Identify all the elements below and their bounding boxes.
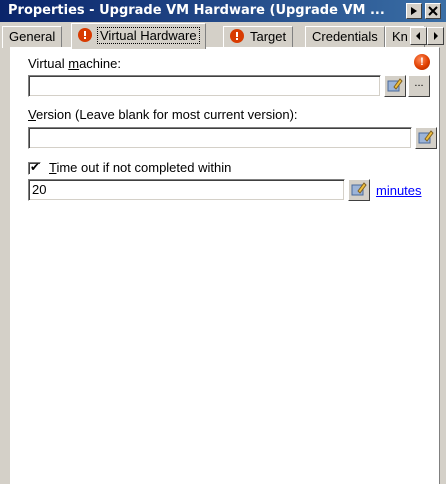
tab-virtual-hardware-label: Virtual Hardware xyxy=(97,27,200,44)
close-button[interactable] xyxy=(425,3,441,19)
timeout-label: Time out if not completed within xyxy=(49,160,232,175)
properties-window: Properties - Upgrade VM Hardware (Upgrad… xyxy=(0,0,446,484)
picker-icon xyxy=(387,78,403,92)
tab-general[interactable]: General xyxy=(2,26,63,48)
tab-credentials-label: Credentials xyxy=(312,29,378,44)
tab-kn-label: Kn xyxy=(392,29,408,44)
timeout-unit-link[interactable]: minutes xyxy=(376,183,422,198)
tab-virtual-hardware[interactable]: Virtual Hardware xyxy=(71,23,206,49)
picker-icon xyxy=(418,130,434,144)
pin-icon xyxy=(411,7,417,15)
virtual-machine-picker-button[interactable] xyxy=(384,75,406,97)
virtual-machine-label: Virtual machine: xyxy=(28,56,121,71)
title-bar: Properties - Upgrade VM Hardware (Upgrad… xyxy=(0,0,446,22)
tab-scroll-right-button[interactable] xyxy=(427,27,444,45)
pin-button[interactable] xyxy=(406,3,422,19)
version-picker-button[interactable] xyxy=(415,127,437,149)
tab-credentials[interactable]: Credentials xyxy=(305,26,385,48)
check-mark-icon: ✔ xyxy=(30,160,41,174)
arrow-right-icon xyxy=(434,32,438,40)
close-icon xyxy=(428,6,438,16)
timeout-picker-button[interactable] xyxy=(348,179,370,201)
picker-icon xyxy=(351,182,367,196)
version-input[interactable] xyxy=(28,127,412,149)
error-icon: ! xyxy=(414,54,430,70)
virtual-machine-browse-button[interactable]: ... xyxy=(408,75,430,97)
tab-content-panel: Virtual machine: ! ... Version (Leave bl… xyxy=(10,47,440,484)
tab-general-label: General xyxy=(9,29,56,44)
tab-target-label: Target xyxy=(250,29,287,44)
window-title: Properties - Upgrade VM Hardware (Upgrad… xyxy=(8,3,385,18)
arrow-left-icon xyxy=(416,32,420,40)
timeout-checkbox[interactable]: ✔ xyxy=(28,160,41,175)
timeout-input[interactable]: 20 xyxy=(28,179,345,201)
tab-scroll-arrows xyxy=(410,27,444,45)
tab-strip: General Virtual Hardware Target Credenti… xyxy=(0,22,446,49)
tab-scroll-left-button[interactable] xyxy=(410,27,427,45)
version-label: Version (Leave blank for most current ve… xyxy=(28,107,298,122)
error-icon xyxy=(78,28,92,42)
error-icon xyxy=(230,29,244,43)
tab-target[interactable]: Target xyxy=(223,26,294,48)
virtual-machine-input[interactable] xyxy=(28,75,381,97)
